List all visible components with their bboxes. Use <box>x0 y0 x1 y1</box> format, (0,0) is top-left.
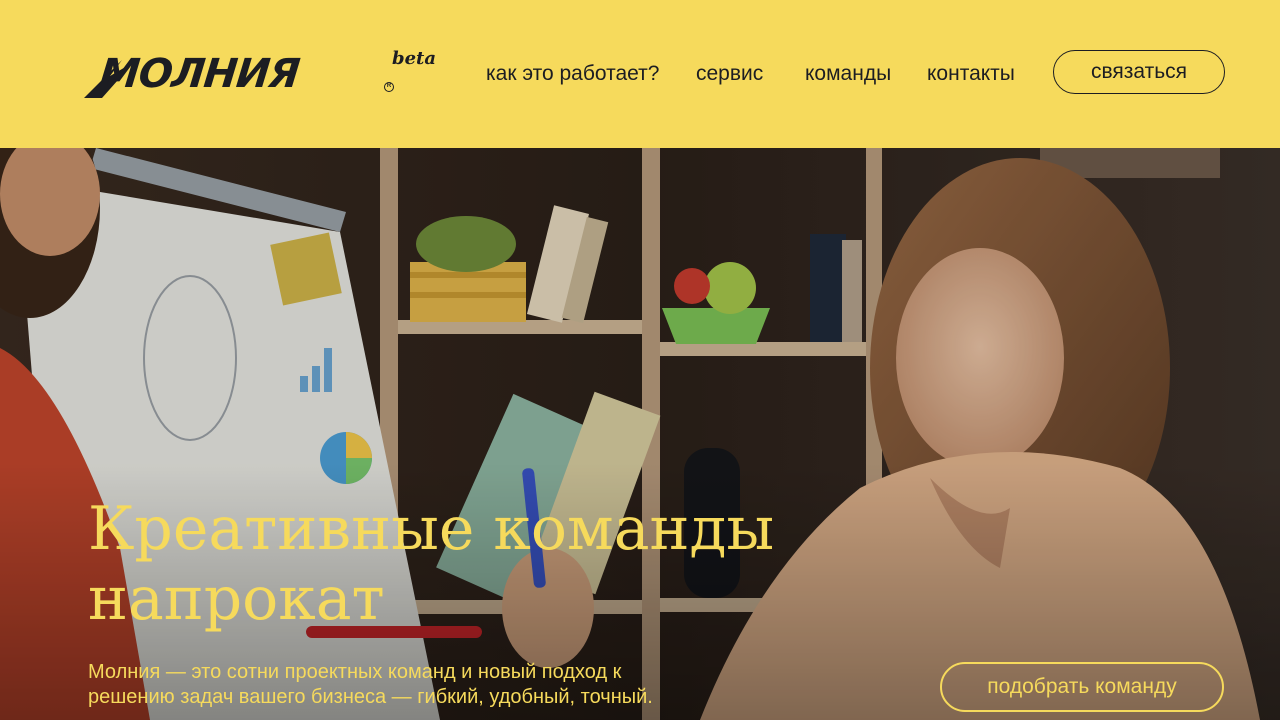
hero-subtext: Молния — это сотни проектных команд и но… <box>88 660 768 710</box>
logo-wordmark[interactable]: МОЛНИЯ <box>98 51 302 97</box>
hero-subtext-line-2: решению задач вашего бизнеса — гибкий, у… <box>88 686 653 708</box>
site-header: МОЛНИЯ beta R как это работает? сервис к… <box>0 0 1280 148</box>
contact-button[interactable]: связаться <box>1053 50 1225 94</box>
beta-badge: beta <box>392 48 437 69</box>
hero-headline: Креативные команды напрокат <box>88 494 774 634</box>
nav-link-teams[interactable]: команды <box>805 60 891 88</box>
hero-headline-line-1: Креативные команды <box>88 494 775 564</box>
nav-link-service[interactable]: сервис <box>696 60 763 88</box>
hero-subtext-line-1: Молния — это сотни проектных команд и но… <box>88 661 622 683</box>
hero-headline-line-2: напрокат <box>88 564 385 634</box>
pick-team-button[interactable]: подобрать команду <box>940 662 1224 712</box>
nav-link-contacts[interactable]: контакты <box>927 60 1015 88</box>
nav-link-how-it-works[interactable]: как это работает? <box>486 60 659 88</box>
hero-section: Креативные команды напрокат Молния — это… <box>0 148 1280 720</box>
hero-photo <box>0 148 1280 720</box>
registered-mark-icon: R <box>384 82 394 92</box>
